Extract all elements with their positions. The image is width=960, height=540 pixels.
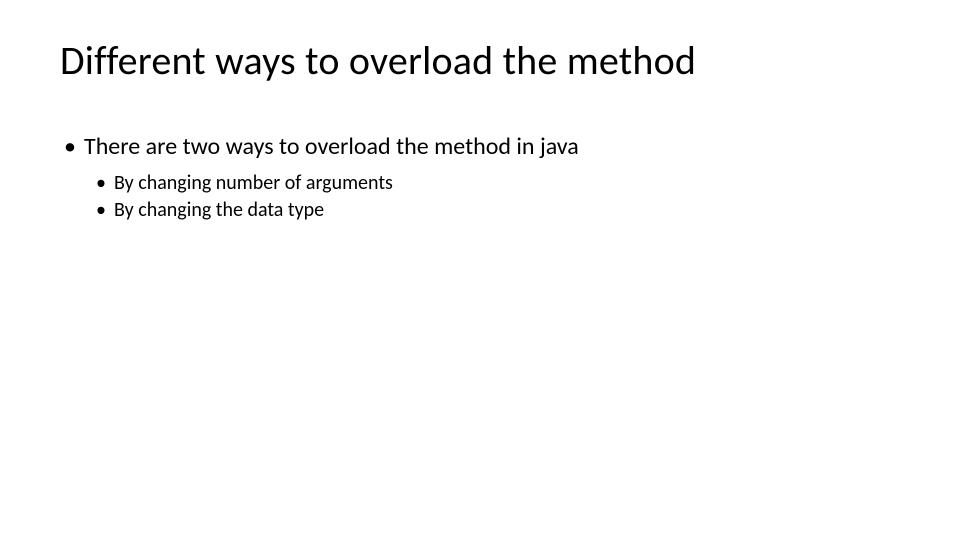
slide: Different ways to overload the method Th… (0, 0, 960, 540)
bullet-list-level2: By changing number of arguments By chang… (84, 170, 900, 224)
list-item: There are two ways to overload the metho… (60, 131, 900, 224)
bullet-text: By changing number of arguments (114, 171, 393, 195)
slide-title: Different ways to overload the method (60, 36, 900, 85)
bullet-text: There are two ways to overload the metho… (84, 132, 579, 161)
bullet-list-level1: There are two ways to overload the metho… (60, 131, 900, 224)
list-item: By changing the data type (94, 197, 900, 224)
list-item: By changing number of arguments (94, 170, 900, 197)
bullet-text: By changing the data type (114, 198, 324, 222)
